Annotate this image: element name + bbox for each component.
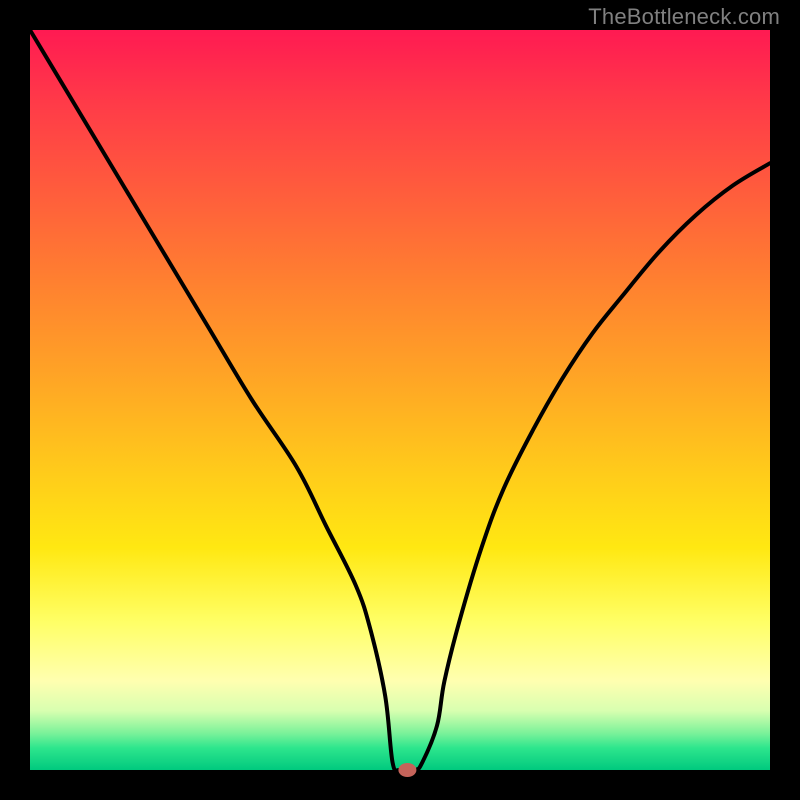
bottleneck-marker	[398, 763, 416, 777]
chart-frame: TheBottleneck.com	[0, 0, 800, 800]
chart-svg	[30, 30, 770, 770]
plot-area	[30, 30, 770, 770]
bottleneck-curve	[30, 30, 770, 771]
watermark-text: TheBottleneck.com	[588, 4, 780, 30]
